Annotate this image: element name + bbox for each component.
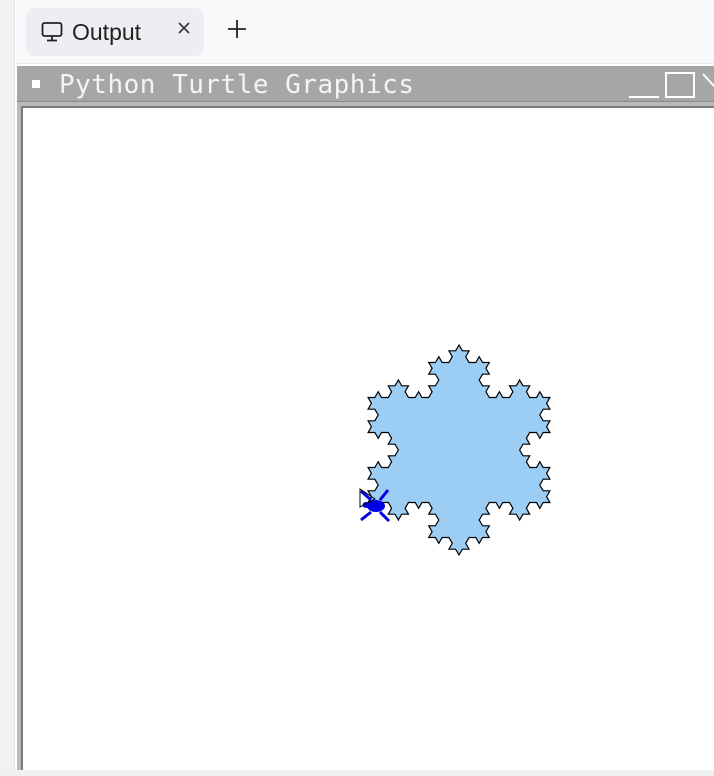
koch-snowflake xyxy=(367,343,551,557)
window-title: Python Turtle Graphics xyxy=(59,70,415,100)
window-menu-icon[interactable] xyxy=(32,80,40,88)
close-icon[interactable] xyxy=(701,72,714,100)
maximize-icon[interactable] xyxy=(665,72,695,98)
bottom-edge xyxy=(0,770,714,776)
turtle-canvas[interactable] xyxy=(21,106,714,776)
tab-output-label: Output xyxy=(72,19,142,45)
drawing-surface xyxy=(359,343,551,557)
minimize-icon[interactable] xyxy=(629,72,659,98)
close-tab-icon[interactable] xyxy=(176,20,192,36)
monitor-icon xyxy=(41,22,63,42)
plus-icon[interactable] xyxy=(226,18,248,40)
tab-output[interactable]: Output xyxy=(26,8,204,56)
left-sidebar-edge xyxy=(0,0,15,776)
tab-bar: Output xyxy=(16,0,714,64)
turtle-window: Python Turtle Graphics xyxy=(17,66,714,776)
window-titlebar[interactable]: Python Turtle Graphics xyxy=(17,66,714,102)
